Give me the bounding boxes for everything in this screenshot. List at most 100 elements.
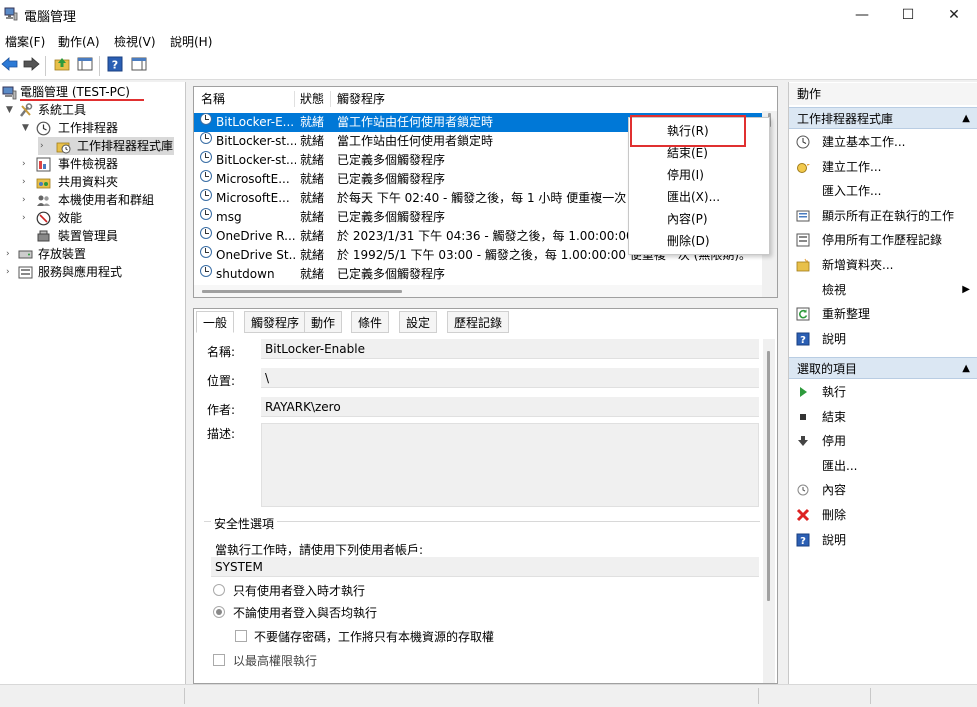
close-button[interactable]: ✕ [931,0,977,30]
action-library-create-basic-task[interactable]: 建立基本工作... [789,130,977,154]
task-name: shutdown [216,267,275,281]
chevron-right-icon[interactable]: › [22,191,32,209]
title-bar[interactable] [0,0,977,30]
context-menu-export[interactable]: 匯出(X)... [629,187,769,208]
context-menu-disable[interactable]: 停用(I) [629,165,769,186]
action-selected-properties[interactable]: 內容 [789,478,977,502]
tree-item-storage[interactable]: › 存放裝置 [0,245,185,263]
device-manager-icon [36,229,51,244]
column-divider[interactable] [294,91,295,107]
actions-group-library[interactable]: 工作排程器程式庫 ▲ [789,107,977,129]
action-library-item-6[interactable]: 檢視 ▶ [789,278,977,302]
chevron-down-icon[interactable]: ▼ [6,101,16,119]
column-header-trigger[interactable]: 觸發程序 [337,87,385,111]
column-divider[interactable] [330,91,331,107]
tree-item-task-scheduler-library[interactable]: › 工作排程器程式庫 [38,137,174,155]
tree-item-task-scheduler[interactable]: ▼ 工作排程器 [0,119,185,137]
task-status: 就緒 [300,267,325,281]
action-label: 刪除 [822,508,847,522]
action-library-item-2[interactable]: 匯入工作... [789,179,977,203]
radio-label: 不論使用者登入與否均執行 [233,606,378,620]
minimize-button[interactable]: — [839,0,885,30]
chevron-right-icon[interactable]: › [22,155,32,173]
back-arrow-icon[interactable] [0,56,20,76]
checkbox-do-not-store-password[interactable] [235,630,247,642]
context-menu-delete[interactable]: 刪除(D) [629,231,769,252]
menu-action[interactable]: 動作(A) [58,33,100,50]
action-library-new-folder[interactable]: 新增資料夾... [789,253,977,277]
collapse-up-icon[interactable]: ▲ [962,358,970,380]
radio-logged-on-only[interactable] [213,584,225,596]
description-field[interactable] [261,423,759,507]
chevron-right-icon[interactable]: › [22,209,32,227]
tab-history[interactable]: 歷程記錄 [447,311,510,333]
chevron-right-icon[interactable]: › [6,263,16,281]
task-trigger: 已定義多個觸發程序 [337,267,446,281]
task-list-horizontal-scrollbar[interactable] [194,285,762,297]
radio-whether-logged-on[interactable] [213,606,225,618]
maximize-button[interactable]: ☐ [885,0,931,30]
menu-help[interactable]: 說明(H) [170,33,212,50]
action-selected-disable[interactable]: 停用 [789,429,977,453]
tab-settings[interactable]: 設定 [399,311,438,333]
computer-management-icon [2,85,17,100]
action-label: 匯出... [822,458,858,473]
location-field[interactable]: \ [261,368,759,388]
menu-view[interactable]: 檢視(V) [114,33,156,50]
scrollbar-thumb[interactable] [767,351,770,601]
help-icon[interactable]: ? [105,56,125,76]
tab-general[interactable]: 一般 [196,311,235,333]
action-library-history[interactable]: 停用所有工作歷程記錄 [789,228,977,252]
new-folder-icon [796,258,810,272]
tree-item-services-apps[interactable]: › 服務與應用程式 [0,263,185,281]
run-icon [796,385,810,399]
task-name: BitLocker-st... [216,134,296,148]
chevron-right-icon[interactable]: › [6,245,16,263]
up-folder-icon[interactable] [52,56,72,76]
tree-item-system-tools[interactable]: ▼ 系統工具 [0,101,185,119]
action-library-create-task[interactable]: 建立工作... [789,155,977,179]
task-clock-icon [200,170,212,182]
tree-item-device-manager[interactable]: 裝置管理員 [0,227,185,245]
table-row[interactable]: shutdown 就緒 已定義多個觸發程序 [194,265,762,284]
action-selected-help[interactable]: ? 說明 [789,528,977,552]
tab-triggers[interactable]: 觸發程序 [244,311,307,333]
run-as-user-field[interactable]: SYSTEM [211,557,759,577]
chevron-right-icon[interactable]: › [22,173,32,191]
show-hide-action-pane-icon[interactable] [129,56,149,76]
detail-vertical-scrollbar[interactable] [763,339,775,683]
tree-item-performance[interactable]: › 效能 [0,209,185,227]
tree-item-shared-folders[interactable]: › 共用資料夾 [0,173,185,191]
chevron-down-icon[interactable]: ▼ [22,119,32,137]
chevron-right-icon[interactable]: › [40,137,50,155]
collapse-up-icon[interactable]: ▲ [962,108,970,130]
menu-file[interactable]: 檔案(F) [5,33,45,50]
task-clock-icon [200,151,212,163]
help-icon: ? [796,332,810,346]
show-hide-console-tree-icon[interactable] [75,56,95,76]
tree-item-event-viewer[interactable]: › 事件檢視器 [0,155,185,173]
name-field[interactable]: BitLocker-Enable [261,339,759,359]
scrollbar-thumb[interactable] [202,290,402,293]
action-label: 說明 [822,532,847,547]
tab-actions[interactable]: 動作 [304,311,343,333]
context-menu-properties[interactable]: 內容(P) [629,209,769,230]
action-selected-delete[interactable]: 刪除 [789,503,977,527]
action-library-help[interactable]: ? 說明 [789,327,977,351]
tab-conditions[interactable]: 條件 [351,311,390,333]
forward-arrow-icon[interactable] [21,56,41,76]
running-tasks-icon [796,209,810,223]
actions-group-selected[interactable]: 選取的項目 ▲ [789,357,977,379]
action-library-refresh[interactable]: 重新整理 [789,302,977,326]
tree-item-local-users-groups[interactable]: › 本機使用者和群組 [0,191,185,209]
column-header-name[interactable]: 名稱 [201,87,225,111]
task-status: 就緒 [300,172,325,186]
column-header-status[interactable]: 狀態 [300,87,324,111]
action-selected-run[interactable]: 執行 [789,380,977,404]
action-library-running-tasks[interactable]: 顯示所有正在執行的工作 [789,204,977,228]
author-field[interactable]: RAYARK\zero [261,397,759,417]
checkbox-highest-privileges[interactable] [213,654,225,666]
action-selected-item-3[interactable]: 匯出... [789,454,977,478]
action-selected-end[interactable]: 結束 [789,405,977,429]
console-tree: 電腦管理 (TEST-PC) ▼ 系統工具 ▼ 工作排程器 › 工作排程器程式庫… [0,82,186,684]
